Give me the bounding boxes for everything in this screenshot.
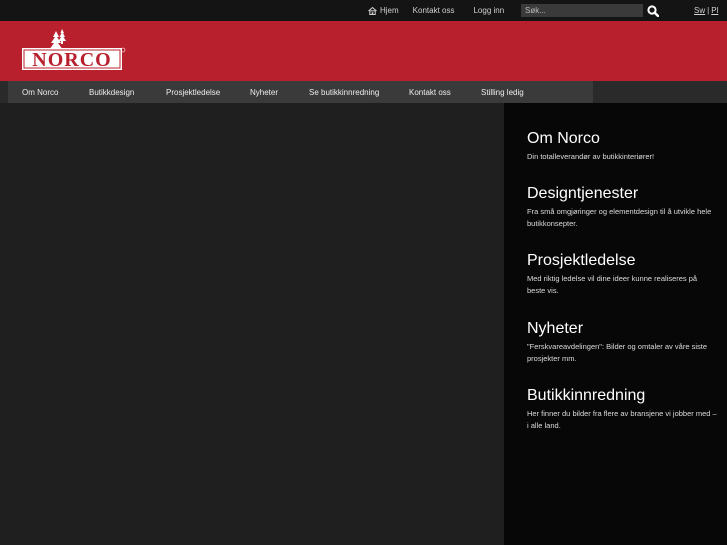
site-header: NORCO [0, 21, 727, 81]
sidebar-desc-butikkinnredning: Her finner du bilder fra flere av bransj… [527, 409, 717, 430]
norco-logo-graphic: NORCO [22, 29, 126, 71]
lang-pl-link[interactable]: Pl [711, 6, 718, 15]
search-icon [646, 4, 659, 17]
nav-item-om-norco[interactable]: Om Norco [22, 81, 58, 103]
top-contact-link[interactable]: Kontakt oss [413, 6, 455, 15]
sidebar-block-om-norco: Om Norco Din totalleverandør av butikkin… [527, 129, 717, 163]
home-icon [368, 6, 377, 15]
main-content-area [0, 103, 504, 545]
top-bar: Hjem Kontakt oss Logg inn Sw | Pl [0, 0, 727, 21]
home-link[interactable]: Hjem [368, 6, 399, 15]
sidebar-title-prosjektledelse[interactable]: Prosjektledelse [527, 251, 717, 271]
sidebar-desc-om-norco: Din totalleverandør av butikkinteriører! [527, 152, 655, 161]
sidebar-title-butikkinnredning[interactable]: Butikkinnredning [527, 386, 717, 406]
sidebar-title-designtjenester[interactable]: Designtjenester [527, 184, 717, 204]
nav-item-prosjektledelse[interactable]: Prosjektledelse [166, 81, 220, 103]
sidebar-title-om-norco[interactable]: Om Norco [527, 129, 717, 149]
sidebar-block-designtjenester: Designtjenester Fra små omgjøringer og e… [527, 184, 717, 230]
sidebar: Om Norco Din totalleverandør av butikkin… [504, 103, 727, 545]
lang-sw-link[interactable]: Sw [694, 6, 705, 15]
lang-separator: | [707, 6, 710, 15]
sidebar-block-nyheter: Nyheter "Ferskvareavdelingen": Bilder og… [527, 319, 717, 365]
login-link[interactable]: Logg inn [473, 6, 504, 15]
main-navigation: Om Norco Butikkdesign Prosjektledelse Ny… [0, 81, 727, 103]
nav-item-butikkdesign[interactable]: Butikkdesign [89, 81, 134, 103]
sidebar-desc-nyheter: "Ferskvareavdelingen": Bilder og omtaler… [527, 342, 707, 363]
nav-bar: Om Norco Butikkdesign Prosjektledelse Ny… [8, 81, 593, 103]
nav-item-nyheter[interactable]: Nyheter [250, 81, 278, 103]
sidebar-block-butikkinnredning: Butikkinnredning Her finner du bilder fr… [527, 386, 717, 432]
search-input[interactable] [521, 4, 643, 17]
search-button[interactable] [645, 3, 660, 18]
logo-wordmark: NORCO [32, 49, 111, 71]
nav-item-kontakt-oss[interactable]: Kontakt oss [409, 81, 451, 103]
sidebar-block-prosjektledelse: Prosjektledelse Med riktig ledelse vil d… [527, 251, 717, 297]
sidebar-title-nyheter[interactable]: Nyheter [527, 319, 717, 339]
home-link-label: Hjem [380, 6, 399, 15]
top-links: Hjem Kontakt oss Logg inn [368, 0, 504, 21]
sidebar-desc-prosjektledelse: Med riktig ledelse vil dine ideer kunne … [527, 274, 698, 295]
nav-item-stilling-ledig[interactable]: Stilling ledig [481, 81, 524, 103]
norco-logo[interactable]: NORCO [22, 28, 126, 74]
language-switcher: Sw | Pl [694, 0, 718, 21]
nav-item-se-butikkinnredning[interactable]: Se butikkinnredning [309, 81, 379, 103]
sidebar-desc-designtjenester: Fra små omgjøringer og elementdesign til… [527, 207, 712, 228]
